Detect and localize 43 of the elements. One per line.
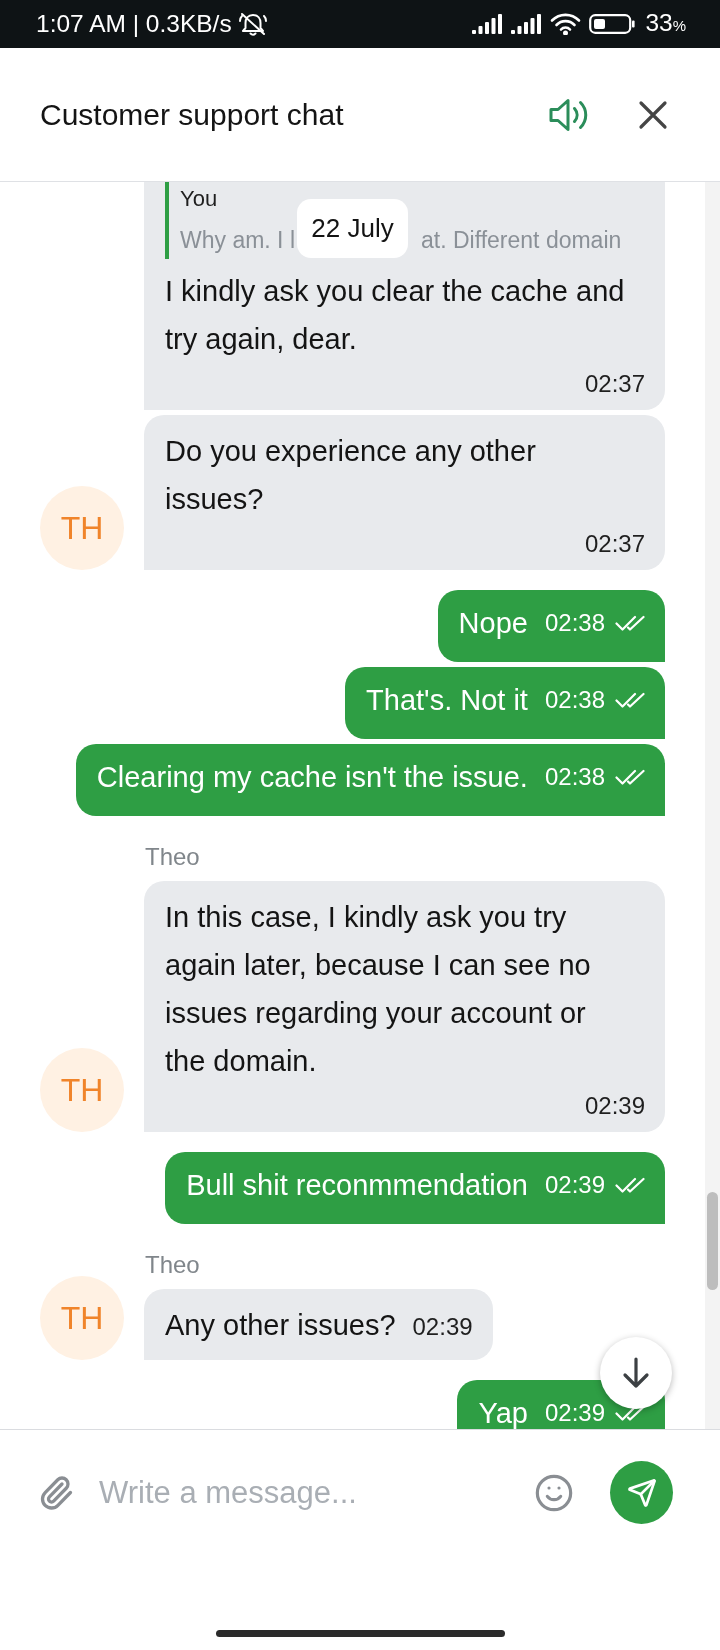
message-input[interactable]: Write a message... [99,1472,514,1513]
message-text: Do you experience any other issues? [165,434,537,517]
quote-text: Why am. I l [180,226,295,255]
quote-text: at. Different domain [421,226,622,255]
message-time: 02:39 [412,1312,473,1342]
arrow-down-icon [621,1357,651,1389]
battery-percent: 33% [645,7,686,38]
message-time: 02:39 [544,1172,605,1198]
avatar-initials: TH [40,486,124,570]
paperclip-icon[interactable] [38,1474,74,1511]
header-title: Customer support chat [40,96,344,133]
smiley-icon[interactable] [534,1472,574,1513]
message-text: That's. Not it [366,686,528,714]
message-time: 02:38 [544,764,605,790]
status-time: 1:07 AM | 0.3KB/s [36,9,232,39]
message-text: Nope [458,609,528,637]
message-text: Bull shit reconmmendation [186,1171,528,1199]
battery-icon [589,14,636,34]
send-icon [626,1477,657,1508]
message-time: 02:37 [584,529,645,559]
message-time: 02:39 [544,1400,605,1426]
quote-author: You [180,185,218,213]
avatar-initials: TH [40,1276,124,1360]
message-text: I kindly ask you clear the cache and try again, dear. [165,274,626,357]
message-text: Clearing my cache isn't the issue. [96,763,528,791]
sender-name: Theo [145,842,200,872]
wifi-icon [550,13,582,35]
message-text: Any other issues? [165,1308,396,1343]
sender-name: Theo [145,1250,200,1280]
signal-icon [472,14,504,34]
message-text: In this case, I kindly ask you try again later, because I can see no issues regarding your account or the domain. [165,900,592,1079]
message-text: Yap [478,1399,528,1427]
message-time: 02:37 [584,369,645,399]
signal-icon [511,14,543,34]
speaker-icon[interactable] [548,96,590,133]
message-time: 02:39 [584,1091,645,1121]
close-icon[interactable] [638,99,668,130]
avatar-initials: TH [40,1048,124,1132]
date-label: 22 July [297,199,408,258]
muted-bell-icon [237,12,268,36]
message-time: 02:38 [544,687,605,713]
scrollbar-thumb[interactable] [707,1192,718,1290]
message-time: 02:38 [544,610,605,636]
